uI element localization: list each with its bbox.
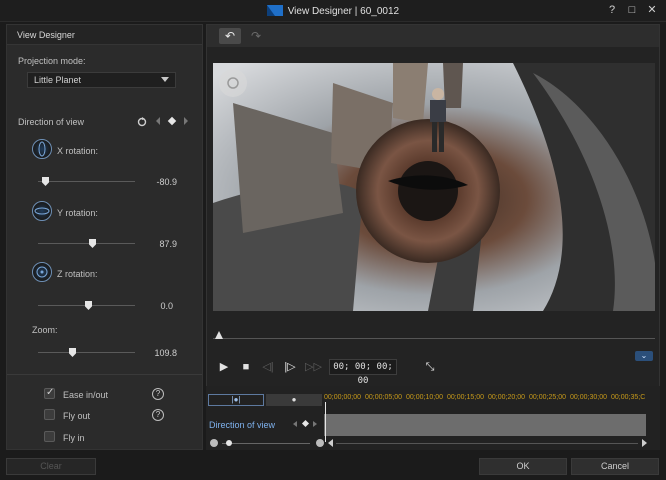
- timeline-scrollbar[interactable]: [336, 443, 638, 444]
- ease-in-out-label: Ease in/out: [63, 390, 109, 400]
- video-preview[interactable]: [213, 63, 655, 311]
- app-logo-icon: [266, 5, 283, 16]
- ruler-tick-label: 00;00;10;00: [406, 394, 443, 401]
- fly-in-checkbox[interactable]: [44, 431, 55, 442]
- timeline-tabs: |●| ●: [208, 394, 324, 408]
- direction-of-view-label: Direction of view: [18, 117, 85, 127]
- x-rotation-label: X rotation:: [57, 146, 99, 156]
- preview-toolbar: ↶ ↷: [207, 25, 659, 47]
- timeline-tab-keyframes[interactable]: |●|: [208, 394, 264, 406]
- fly-out-checkbox[interactable]: [44, 409, 55, 420]
- zoom-slider[interactable]: [38, 352, 135, 353]
- scrubber-track[interactable]: [213, 338, 655, 339]
- zoom-value[interactable]: 109.8: [137, 348, 177, 358]
- timeline-tab-view[interactable]: ●: [266, 394, 322, 406]
- zoom-label: Zoom:: [32, 325, 58, 335]
- track-next-keyframe-icon[interactable]: [313, 421, 317, 427]
- stop-button[interactable]: ■: [239, 360, 253, 374]
- ruler-tick-label: 00;00;00;00: [324, 394, 361, 401]
- timeline-playhead[interactable]: [325, 402, 326, 442]
- help-button[interactable]: ?: [606, 4, 618, 16]
- y-rotation-slider[interactable]: [38, 243, 135, 244]
- redo-button[interactable]: ↷: [245, 28, 267, 44]
- undo-button[interactable]: ↶: [219, 28, 241, 44]
- ruler-tick-label: 00;00;30;00: [570, 394, 607, 401]
- timeline-ruler[interactable]: 00;00;00;00 00;00;05;00 00;00;10;00 00;0…: [324, 392, 650, 406]
- track-prev-keyframe-icon[interactable]: [293, 421, 297, 427]
- scroll-right-icon[interactable]: [642, 439, 647, 447]
- y-rotation-icon: [32, 201, 52, 221]
- clear-button[interactable]: Clear: [6, 458, 96, 475]
- title-bar: View Designer | 60_0012 ? □ ✕: [0, 0, 666, 22]
- cancel-button[interactable]: Cancel: [571, 458, 659, 475]
- timeline-panel: |●| ● 00;00;00;00 00;00;05;00 00;00;10;0…: [206, 386, 660, 450]
- projection-mode-value: Little Planet: [34, 75, 82, 85]
- zoom-in-icon[interactable]: [316, 439, 324, 447]
- timeline-track[interactable]: [324, 414, 646, 436]
- projection-mode-label: Projection mode:: [18, 56, 86, 66]
- z-rotation-icon: [32, 262, 52, 282]
- divider: [7, 374, 202, 375]
- panel-header: View Designer: [7, 25, 202, 45]
- track-add-keyframe-icon[interactable]: [301, 419, 310, 428]
- little-planet-image: [213, 63, 655, 311]
- prev-keyframe-icon[interactable]: [156, 117, 160, 125]
- z-rotation-value[interactable]: 0.0: [133, 301, 173, 311]
- close-button[interactable]: ✕: [646, 4, 658, 16]
- timeline-zoom-thumb[interactable]: [226, 440, 232, 446]
- ruler-tick-label: 00;00;25;00: [529, 394, 566, 401]
- ease-in-out-checkbox[interactable]: [44, 387, 55, 399]
- dialog-footer: Clear OK Cancel: [0, 455, 666, 480]
- track-label: Direction of view: [209, 420, 276, 430]
- y-rotation-label: Y rotation:: [57, 208, 98, 218]
- ok-button[interactable]: OK: [479, 458, 567, 475]
- collapse-button[interactable]: ⌄: [635, 351, 653, 361]
- previous-frame-button[interactable]: ◁|: [261, 360, 275, 374]
- zoom-out-icon[interactable]: [210, 439, 218, 447]
- maximize-button[interactable]: □: [626, 4, 638, 16]
- fly-out-help-icon[interactable]: ?: [152, 409, 164, 421]
- x-rotation-icon: [32, 139, 52, 159]
- ease-help-icon[interactable]: ?: [152, 388, 164, 400]
- reset-direction-icon[interactable]: [137, 117, 147, 127]
- preview-scrubber[interactable]: [213, 329, 655, 341]
- fullscreen-button[interactable]: ⤡: [423, 360, 437, 374]
- ruler-tick-label: 00;00;35;C: [611, 394, 646, 401]
- scroll-left-icon[interactable]: [328, 439, 333, 447]
- y-rotation-value[interactable]: 87.9: [137, 239, 177, 249]
- window-title: View Designer | 60_0012: [0, 5, 666, 17]
- ruler-tick-label: 00;00;15;00: [447, 394, 484, 401]
- projection-mode-dropdown[interactable]: Little Planet: [27, 72, 176, 88]
- chevron-down-icon: [161, 77, 169, 82]
- timeline-zoom-slider[interactable]: [222, 443, 310, 444]
- fly-out-label: Fly out: [63, 411, 91, 421]
- scrubber-thumb[interactable]: [215, 331, 223, 339]
- fast-forward-button[interactable]: ▷▷: [305, 360, 322, 374]
- x-rotation-slider[interactable]: [38, 181, 135, 182]
- playback-controls: ⌄ ▶ ■ ◁| |▷ ▷▷ 00; 00; 00; 00 ⤡: [207, 351, 659, 386]
- z-rotation-label: Z rotation:: [57, 269, 98, 279]
- next-keyframe-icon[interactable]: [184, 117, 188, 125]
- play-button[interactable]: ▶: [217, 360, 231, 374]
- ruler-tick-label: 00;00;20;00: [488, 394, 525, 401]
- ruler-tick-label: 00;00;05;00: [365, 394, 402, 401]
- timecode-display[interactable]: 00; 00; 00; 00: [329, 359, 397, 386]
- x-rotation-value[interactable]: -80.9: [137, 177, 177, 187]
- fly-in-label: Fly in: [63, 433, 85, 443]
- timeline-zoom-bar: [210, 439, 650, 449]
- next-frame-button[interactable]: |▷: [283, 360, 297, 374]
